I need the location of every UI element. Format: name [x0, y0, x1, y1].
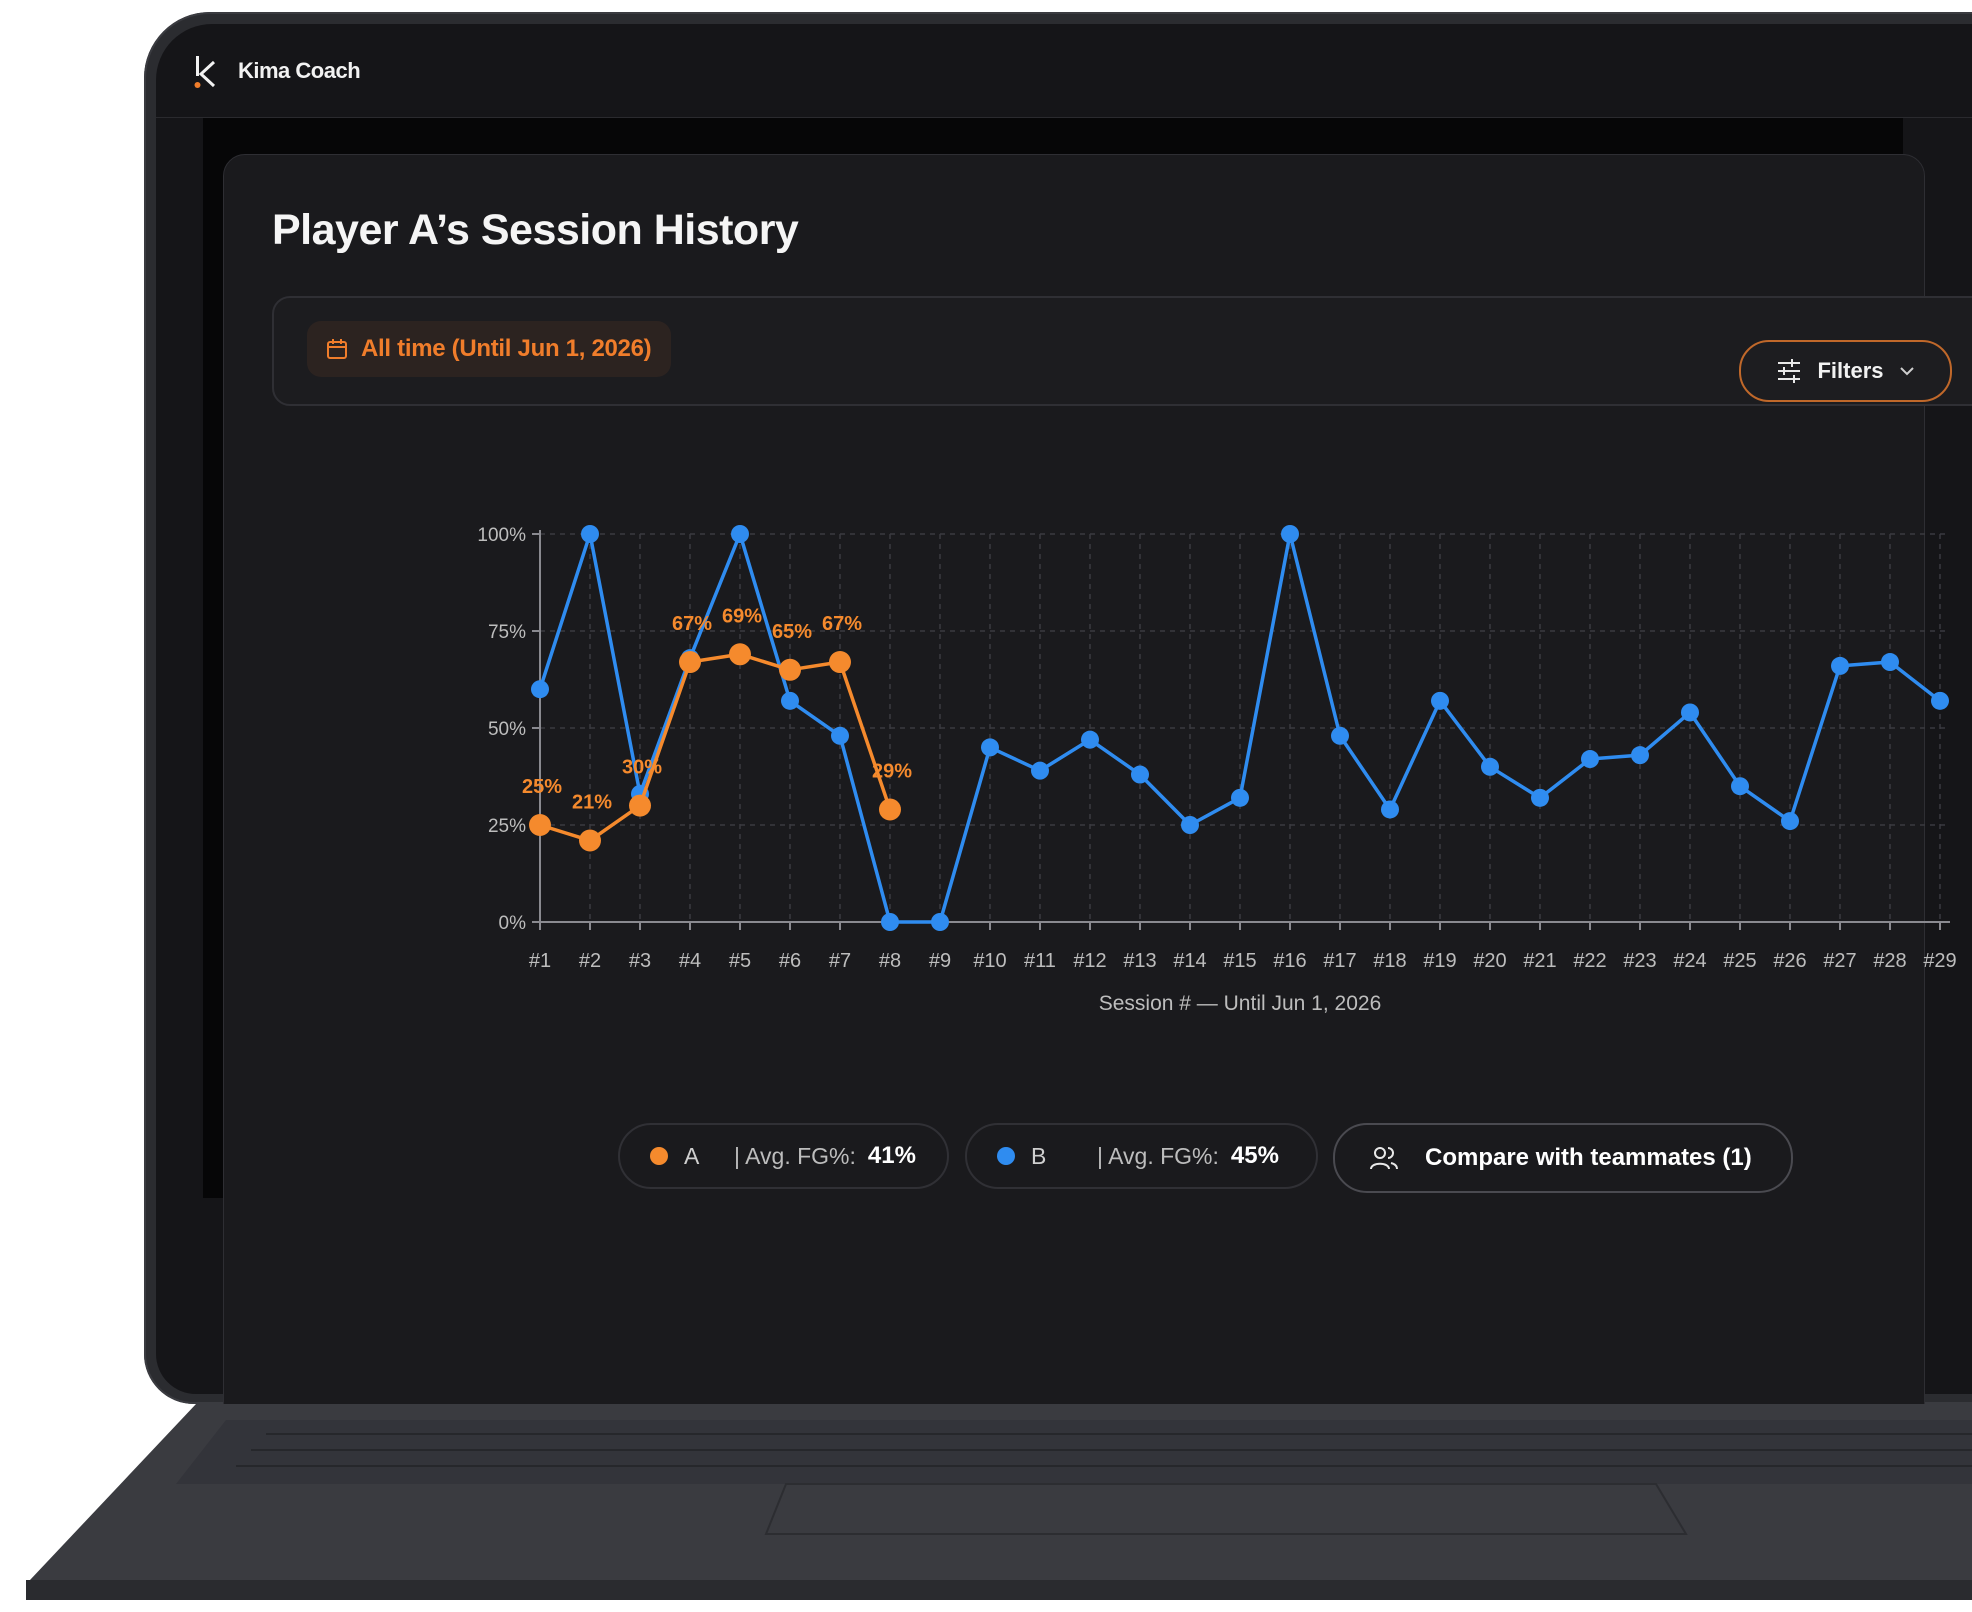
x-tick-label: #13 — [1123, 950, 1156, 972]
x-tick-label: #8 — [879, 950, 901, 972]
compare-teammates-button[interactable]: Compare with teammates (1) — [1333, 1123, 1793, 1193]
series-b-point — [1431, 691, 1449, 710]
compare-label: Compare with teammates (1) — [1425, 1144, 1752, 1171]
series-a-data-label: 67% — [822, 613, 862, 635]
series-b-point — [1881, 653, 1899, 672]
x-tick-label: #21 — [1523, 950, 1556, 972]
series-b-point — [581, 525, 599, 543]
x-tick-label: #10 — [973, 950, 1006, 972]
series-a-dot-icon — [650, 1147, 668, 1165]
x-tick-label: #9 — [929, 950, 951, 972]
series-b-point — [881, 913, 899, 931]
y-tick-label: 0% — [499, 913, 527, 934]
series-a-data-label: 65% — [772, 621, 812, 643]
series-a-name: A — [684, 1142, 700, 1169]
x-tick-label: #5 — [729, 950, 751, 972]
x-tick-label: #4 — [679, 950, 701, 972]
x-tick-label: #2 — [579, 950, 601, 972]
series-a-data-label: 21% — [572, 792, 612, 814]
series-a-stat-label: | Avg. FG%: — [734, 1142, 856, 1169]
x-tick-label: #16 — [1273, 950, 1306, 972]
x-tick-label: #23 — [1623, 950, 1656, 972]
series-a-point — [629, 794, 651, 817]
series-a-data-label: 30% — [622, 757, 662, 779]
session-fg-line-chart: 0% 25% 50% 75% 100% #1 #2 #3 #4 #5 #6 #7 #8 #9 #10 #11 #… — [477, 525, 1957, 1015]
series-b-point — [1381, 800, 1399, 819]
x-tick-label: #14 — [1173, 950, 1206, 972]
series-a-data-label: 67% — [672, 613, 712, 635]
series-a-point — [529, 814, 551, 836]
series-b-point — [1781, 812, 1799, 831]
x-tick-label: #12 — [1073, 950, 1106, 972]
y-tick-label: 25% — [488, 816, 526, 837]
x-tick-label: #1 — [529, 950, 551, 972]
x-tick-label: #7 — [829, 950, 851, 972]
y-tick-label: 50% — [488, 719, 526, 740]
series-b-point — [1131, 765, 1149, 784]
series-b-point — [1731, 777, 1749, 796]
series-b-point — [1181, 816, 1199, 834]
users-icon — [1370, 1147, 1398, 1170]
series-b-point — [981, 738, 999, 757]
x-tick-label: #24 — [1673, 950, 1706, 972]
x-tick-label: #18 — [1373, 950, 1406, 972]
x-tick-label: #20 — [1473, 950, 1506, 972]
x-tick-label: #22 — [1573, 950, 1606, 972]
series-b-point — [1581, 750, 1599, 769]
series-b-point — [1531, 788, 1549, 807]
series-b-point — [1231, 788, 1249, 807]
series-a-point — [679, 651, 701, 674]
series-b-point — [1031, 761, 1049, 780]
series-a-point — [779, 658, 801, 681]
legend-series-b[interactable]: B | Avg. FG%: 45% — [965, 1123, 1318, 1189]
laptop-base — [26, 1404, 1972, 1600]
legend-series-a[interactable]: A | Avg. FG%: 41% — [618, 1123, 949, 1189]
series-b-point — [1631, 746, 1649, 765]
series-a-point — [729, 643, 751, 666]
series-b-point — [781, 691, 799, 710]
series-b-dot-icon — [997, 1147, 1015, 1165]
series-a-point — [579, 829, 601, 852]
series-b-stat-label: | Avg. FG%: — [1097, 1142, 1219, 1169]
series-b-point — [1281, 525, 1299, 543]
series-a-data-label: 69% — [722, 605, 762, 627]
x-tick-label: #27 — [1823, 950, 1856, 972]
series-b-point — [1331, 726, 1349, 745]
series-a-point — [829, 651, 851, 674]
x-tick-label: #6 — [779, 950, 801, 972]
chart-axes: 0% 25% 50% 75% 100% #1 #2 #3 #4 #5 #6 #7 #8 #9 #10 #11 #… — [477, 525, 1956, 972]
x-axis-title: Session # — Until Jun 1, 2026 — [1099, 992, 1382, 1015]
series-b-point — [1931, 691, 1949, 710]
x-tick-label: #15 — [1223, 950, 1256, 972]
x-tick-label: #29 — [1923, 950, 1956, 972]
chart-grid — [540, 533, 1950, 922]
y-tick-label: 75% — [488, 622, 526, 643]
series-a-point — [879, 798, 901, 821]
series-b-point — [931, 913, 949, 931]
series-a-data-label: 25% — [522, 776, 562, 798]
series-a-data-label: 29% — [872, 760, 912, 782]
x-tick-label: #11 — [1024, 950, 1056, 972]
series-b-point — [1831, 656, 1849, 675]
series-b-point — [731, 525, 749, 543]
series-b-point — [531, 680, 549, 699]
x-tick-label: #3 — [629, 950, 651, 972]
series-b-name: B — [1031, 1142, 1047, 1169]
series-a-stat-value: 41% — [867, 1142, 916, 1169]
x-tick-label: #26 — [1773, 950, 1806, 972]
x-tick-label: #25 — [1723, 950, 1756, 972]
x-tick-label: #17 — [1323, 950, 1356, 972]
series-b-point — [1681, 703, 1699, 722]
series-b-point — [1081, 730, 1099, 749]
series-b-point — [1481, 757, 1499, 776]
series-b-point — [831, 726, 849, 745]
x-tick-label: #19 — [1423, 950, 1456, 972]
y-tick-label: 100% — [477, 525, 526, 546]
x-tick-label: #28 — [1873, 950, 1906, 972]
series-b-stat-value: 45% — [1230, 1142, 1279, 1169]
